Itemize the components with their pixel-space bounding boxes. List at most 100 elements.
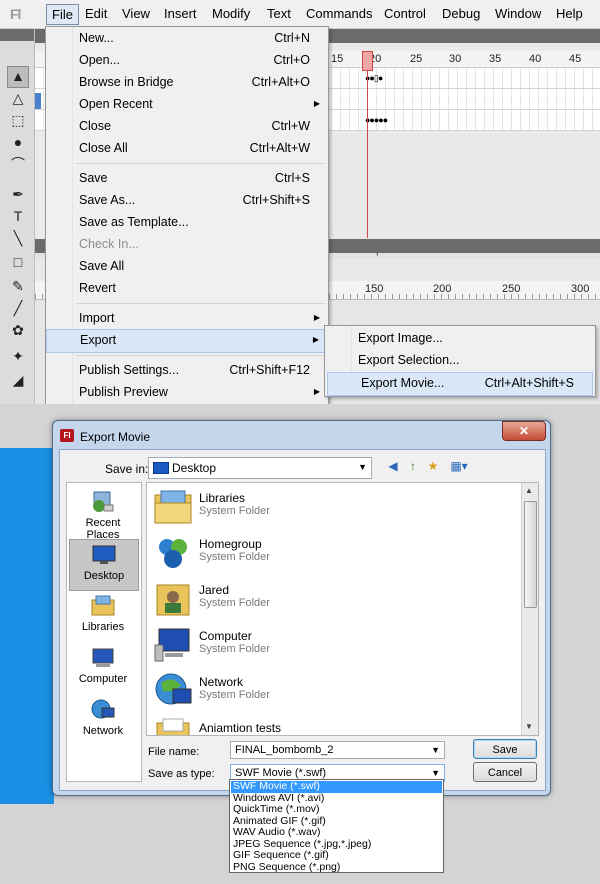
menu-item-label: Revert <box>79 281 116 295</box>
selection-tool-icon[interactable]: ▲ <box>7 66 29 88</box>
type-option[interactable]: GIF Sequence (*.gif) <box>231 849 442 862</box>
lasso-tool-icon[interactable]: ⌒ <box>9 155 27 173</box>
menu-item-browse-in-bridge[interactable]: Browse in Bridge Ctrl+Alt+O <box>46 72 328 94</box>
place-recent-places[interactable]: Recent Places <box>69 487 137 541</box>
frame-number: 15 <box>331 53 344 65</box>
list-item[interactable]: Jared System Folder <box>153 577 513 623</box>
menu-item-label: Close <box>79 119 111 133</box>
menu-item-label: New... <box>79 31 114 45</box>
file-type: System Folder <box>199 643 270 655</box>
chevron-down-icon[interactable]: ▼ <box>431 745 440 755</box>
view-menu-icon[interactable]: ▦▾ <box>448 459 470 473</box>
menu-item-close[interactable]: Close Ctrl+W <box>46 116 328 138</box>
place-computer[interactable]: Computer <box>69 643 137 693</box>
scroll-up-icon[interactable]: ▲ <box>525 486 533 495</box>
subselection-tool-icon[interactable]: △ <box>9 89 27 107</box>
new-folder-icon[interactable]: ★ <box>426 459 440 473</box>
menu-control[interactable]: Control <box>384 6 426 21</box>
playhead-line <box>367 70 368 238</box>
file-menu-dropdown: New... Ctrl+N Open... Ctrl+O Browse in Bri… <box>45 26 329 404</box>
frame-number: 25 <box>410 53 423 65</box>
cancel-button[interactable]: Cancel <box>473 762 537 782</box>
paint-bucket-tool-icon[interactable]: ◢ <box>9 371 27 389</box>
menu-item-export-movie[interactable]: Export Movie... Ctrl+Alt+Shift+S <box>327 372 593 396</box>
deco-tool-icon[interactable]: ✿ <box>9 321 27 339</box>
type-option[interactable]: SWF Movie (*.swf) <box>231 780 442 793</box>
menu-window[interactable]: Window <box>495 6 541 21</box>
menu-item-label: Save <box>79 171 108 185</box>
back-icon[interactable]: ◀ <box>386 459 400 473</box>
menu-item-save-as-template[interactable]: Save as Template... <box>46 212 328 234</box>
menu-item-shortcut: Ctrl+S <box>274 171 310 185</box>
network-icon <box>155 673 192 705</box>
save-in-select[interactable]: Desktop ▼ <box>148 457 372 479</box>
file-name: Homegroup <box>199 537 262 551</box>
file-name-input[interactable]: FINAL_bombomb_2 ▼ <box>230 741 445 759</box>
close-button[interactable]: ✕ <box>502 421 546 441</box>
chevron-down-icon: ▼ <box>431 768 440 778</box>
save-button[interactable]: Save <box>473 739 537 759</box>
place-label: Network <box>82 725 124 737</box>
line-tool-icon[interactable]: ╲ <box>9 229 27 247</box>
menu-separator <box>76 355 326 356</box>
brush-tool-icon[interactable]: ╱ <box>9 299 27 317</box>
up-folder-icon[interactable]: ↑ <box>406 459 420 473</box>
pen-tool-icon[interactable]: ✒ <box>9 185 27 203</box>
tools-panel: ▲ △ ⬚ ● ⌒ ✒ T ╲ □ ✎ ╱ ✿ ✦ ◢ <box>0 29 35 404</box>
place-libraries[interactable]: Libraries <box>69 591 137 641</box>
menu-item-save[interactable]: Save Ctrl+S <box>46 168 328 190</box>
list-item[interactable]: Network System Folder <box>153 669 513 715</box>
list-item[interactable]: Computer System Folder <box>153 623 513 669</box>
menu-debug[interactable]: Debug <box>442 6 480 21</box>
dialog-title-bar[interactable]: Fl Export Movie <box>58 426 538 446</box>
pencil-tool-icon[interactable]: ✎ <box>9 277 27 295</box>
list-item[interactable]: Libraries System Folder <box>153 485 513 531</box>
menu-item-open-recent[interactable]: Open Recent ▶ <box>46 94 328 116</box>
menu-item-save-all[interactable]: Save All <box>46 256 328 278</box>
list-item[interactable]: Aniamtion tests <box>153 715 513 735</box>
menu-item-export[interactable]: Export ▶ <box>46 329 328 353</box>
menu-commands[interactable]: Commands <box>306 6 372 21</box>
place-desktop[interactable]: Desktop <box>69 539 139 591</box>
menu-file[interactable]: File <box>46 4 79 25</box>
menu-item-label: Import <box>79 311 115 325</box>
type-option[interactable]: QuickTime (*.mov) <box>231 803 442 816</box>
file-type: System Folder <box>199 689 270 701</box>
homegroup-icon <box>159 539 187 568</box>
menu-insert[interactable]: Insert <box>164 6 197 21</box>
type-option[interactable]: PNG Sequence (*.png) <box>231 861 442 874</box>
list-item[interactable]: Homegroup System Folder <box>153 531 513 577</box>
menu-item-new[interactable]: New... Ctrl+N <box>46 28 328 50</box>
menu-item-close-all[interactable]: Close All Ctrl+Alt+W <box>46 138 328 160</box>
type-option[interactable]: WAV Audio (*.wav) <box>231 826 442 839</box>
menu-item-import[interactable]: Import ▶ <box>46 308 328 330</box>
3d-rotation-tool-icon[interactable]: ● <box>9 133 27 151</box>
text-tool-icon[interactable]: T <box>9 207 27 225</box>
menu-item-save-as[interactable]: Save As... Ctrl+Shift+S <box>46 190 328 212</box>
desktop-background <box>0 448 54 804</box>
scrollbar-thumb[interactable] <box>524 501 537 608</box>
frame-number: 40 <box>529 53 542 65</box>
file-type: System Folder <box>199 597 270 609</box>
menu-item-export-selection[interactable]: Export Selection... <box>325 350 595 372</box>
menu-item-export-image[interactable]: Export Image... <box>325 328 595 350</box>
menu-help[interactable]: Help <box>556 6 583 21</box>
place-network[interactable]: Network <box>69 695 137 745</box>
menu-item-revert[interactable]: Revert <box>46 278 328 300</box>
playhead-handle[interactable] <box>362 51 373 71</box>
menu-view[interactable]: View <box>122 6 150 21</box>
place-label: Computer <box>78 673 128 685</box>
scroll-down-icon[interactable]: ▼ <box>525 722 533 731</box>
menu-edit[interactable]: Edit <box>85 6 107 21</box>
menu-item-publish-settings[interactable]: Publish Settings... Ctrl+Shift+F12 <box>46 360 328 382</box>
menu-item-publish-preview[interactable]: Publish Preview ▶ <box>46 382 328 404</box>
bone-tool-icon[interactable]: ✦ <box>9 347 27 365</box>
menu-item-open[interactable]: Open... Ctrl+O <box>46 50 328 72</box>
panel-grip[interactable] <box>0 29 34 41</box>
ruler-number: 250 <box>502 283 521 295</box>
menu-modify[interactable]: Modify <box>212 6 250 21</box>
rectangle-tool-icon[interactable]: □ <box>9 253 27 271</box>
free-transform-tool-icon[interactable]: ⬚ <box>9 111 27 129</box>
menu-text[interactable]: Text <box>267 6 291 21</box>
scrollbar[interactable]: ▲ ▼ <box>521 483 538 735</box>
